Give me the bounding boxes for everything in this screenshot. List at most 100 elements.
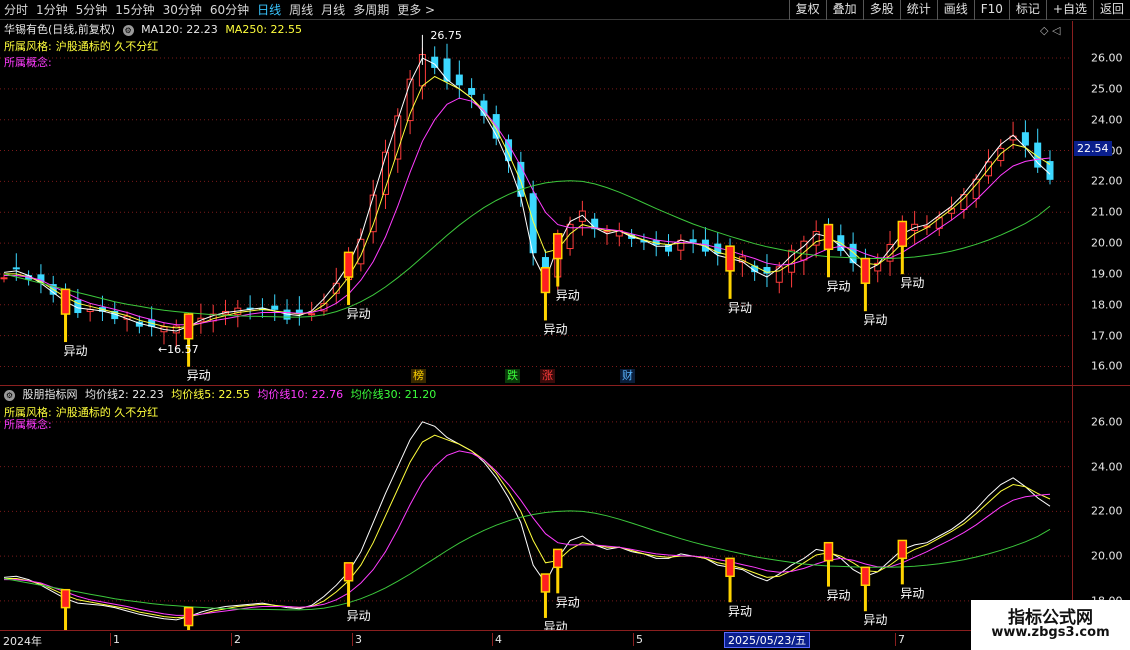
- event-marker-finance[interactable]: 财: [620, 369, 635, 383]
- signal-label: 异动: [543, 322, 567, 336]
- indicator-info-line: ⚙ 股朋指标网 均价线2: 22.23 均价线5: 22.55 均价线10: 2…: [4, 387, 440, 402]
- high-annotation: 26.75: [430, 29, 462, 42]
- date-label-may: 5: [633, 633, 643, 646]
- event-marker-up[interactable]: 涨: [540, 369, 555, 383]
- concept-line: 所属概念:: [4, 55, 56, 70]
- price-tick-label: 26.00: [1091, 415, 1123, 429]
- signal-bar: [860, 566, 871, 586]
- back-button[interactable]: 返回: [1092, 0, 1130, 20]
- price-tick-label: 22.00: [1091, 174, 1123, 188]
- ma2-line: [3, 421, 1051, 621]
- signal-label: 异动: [900, 586, 924, 600]
- event-marker-list[interactable]: 榜: [411, 369, 426, 383]
- signal-bar: [183, 606, 194, 627]
- tab-60min[interactable]: 60分钟: [206, 0, 253, 20]
- mark-button[interactable]: 标记: [1008, 0, 1046, 20]
- ma2-label: 均价线2: 22.23: [85, 388, 164, 401]
- style-label: 所属风格:: [4, 40, 52, 53]
- tab-multi-period[interactable]: 多周期: [349, 0, 393, 20]
- signal-bar: [540, 267, 551, 294]
- add-watchlist-button[interactable]: +自选: [1045, 0, 1093, 20]
- draw-line-button[interactable]: 画线: [936, 0, 974, 20]
- event-marker-down[interactable]: 跌: [505, 369, 520, 383]
- price-tick-label: 17.00: [1091, 329, 1123, 343]
- candle-body: [960, 194, 968, 210]
- signal-label: 异动: [347, 609, 371, 623]
- stock-title[interactable]: 华锡有色(日线,前复权): [4, 23, 115, 36]
- price-tick-label: 20.00: [1091, 549, 1123, 563]
- tab-intraday[interactable]: 分时: [0, 0, 32, 20]
- candle-body: [12, 267, 20, 270]
- date-label-jul: 7: [895, 633, 905, 646]
- candle-body: [849, 243, 857, 264]
- tab-weekly[interactable]: 周线: [285, 0, 317, 20]
- price-panel[interactable]: 异动 异动 异动 异动 异动 异动 异动 异动 异动 26.75 ←16.57 华锡有色(日线,前复…: [0, 21, 1072, 385]
- price-tick-label: 25.00: [1091, 82, 1123, 96]
- tab-daily[interactable]: 日线: [253, 0, 285, 20]
- f10-button[interactable]: F10: [973, 0, 1009, 20]
- tab-1min[interactable]: 1分钟: [32, 0, 72, 20]
- price-tick-label: 22.00: [1091, 504, 1123, 518]
- indicator-panel[interactable]: 异动异动异动异动异动异动异动异动异动 ⚙ 股朋指标网 均价线2: 22.23 均…: [0, 386, 1072, 630]
- concept-label: 所属概念:: [4, 56, 52, 69]
- indicator-concept-label: 所属概念:: [4, 418, 52, 431]
- signal-label: 异动: [900, 276, 924, 290]
- restore-rights-button[interactable]: 复权: [788, 0, 826, 20]
- date-cursor-label: 2025/05/23/五: [724, 632, 811, 648]
- ma10-line: [4, 450, 1051, 616]
- signal-label: 异动: [863, 313, 887, 327]
- current-price-tag: 22.54: [1074, 141, 1112, 156]
- date-axis: 2024年 1 2 3 4 5 7 2025/05/23/五: [0, 631, 1130, 650]
- indicator-name[interactable]: 股朋指标网: [23, 388, 78, 401]
- price-tick-label: 26.00: [1091, 51, 1123, 65]
- date-label-jan: 1: [110, 633, 120, 646]
- signal-bar: [897, 220, 908, 247]
- tab-more[interactable]: 更多 >: [393, 0, 439, 20]
- tab-5min[interactable]: 5分钟: [72, 0, 112, 20]
- indicator-axis[interactable]: 26.0024.0022.0020.0018.00: [1073, 386, 1130, 630]
- candle-body: [308, 313, 316, 316]
- signal-bar: [725, 557, 735, 578]
- stock-chart-app: 分时 1分钟 5分钟 15分钟 30分钟 60分钟 日线 周线 月线 多周期 更…: [0, 0, 1130, 650]
- tab-monthly[interactable]: 月线: [317, 0, 349, 20]
- signal-label: 异动: [556, 595, 580, 609]
- diamond-collapse-icon[interactable]: ◇ ◁: [1040, 24, 1060, 37]
- candle-body: [468, 88, 476, 95]
- candle-body: [369, 194, 377, 233]
- signal-bar: [540, 573, 551, 593]
- top-toolbar: 分时 1分钟 5分钟 15分钟 30分钟 60分钟 日线 周线 月线 多周期 更…: [0, 0, 1130, 20]
- signal-label: 异动: [187, 369, 211, 383]
- overlay-button[interactable]: 叠加: [825, 0, 863, 20]
- signal-label: 异动: [826, 589, 850, 603]
- signal-bar: [60, 588, 71, 609]
- candle-body: [0, 277, 8, 280]
- settings-circle-icon[interactable]: ⚙: [122, 24, 134, 36]
- candlestick-chart[interactable]: 异动异动异动异动异动异动异动异动异动26.75←16.57: [0, 21, 1072, 385]
- date-label-mar: 3: [352, 633, 362, 646]
- watermark-url: www.zbgs3.com: [991, 625, 1110, 640]
- candle-body: [455, 74, 463, 86]
- price-axis[interactable]: 26.0025.0024.0023.0022.0021.0020.0019.00…: [1073, 21, 1130, 385]
- candle-body: [997, 147, 1005, 162]
- ma10-line: [4, 97, 1051, 326]
- signal-bar: [553, 548, 563, 569]
- signal-bar: [343, 251, 354, 278]
- watermark: 指标公式网 www.zbgs3.com: [971, 600, 1130, 650]
- price-tick-label: 21.00: [1091, 205, 1123, 219]
- multi-stock-button[interactable]: 多股: [862, 0, 900, 20]
- indicator-settings-icon[interactable]: ⚙: [4, 389, 15, 401]
- signal-label: 异动: [64, 344, 88, 358]
- price-tick-label: 18.00: [1091, 298, 1123, 312]
- ma30-label: 均价线30: 21.20: [350, 388, 437, 401]
- tab-15min[interactable]: 15分钟: [111, 0, 158, 20]
- signal-label: 异动: [728, 301, 752, 315]
- tab-30min[interactable]: 30分钟: [159, 0, 206, 20]
- candle-body: [677, 239, 685, 251]
- price-tick-label: 24.00: [1091, 113, 1123, 127]
- indicator-concept-line: 所属概念:: [4, 417, 56, 432]
- signal-bar: [823, 223, 834, 251]
- signal-bar: [725, 245, 735, 272]
- indicator-chart[interactable]: 异动异动异动异动异动异动异动异动异动: [0, 386, 1072, 630]
- signal-label: 异动: [863, 613, 887, 627]
- statistics-button[interactable]: 统计: [899, 0, 937, 20]
